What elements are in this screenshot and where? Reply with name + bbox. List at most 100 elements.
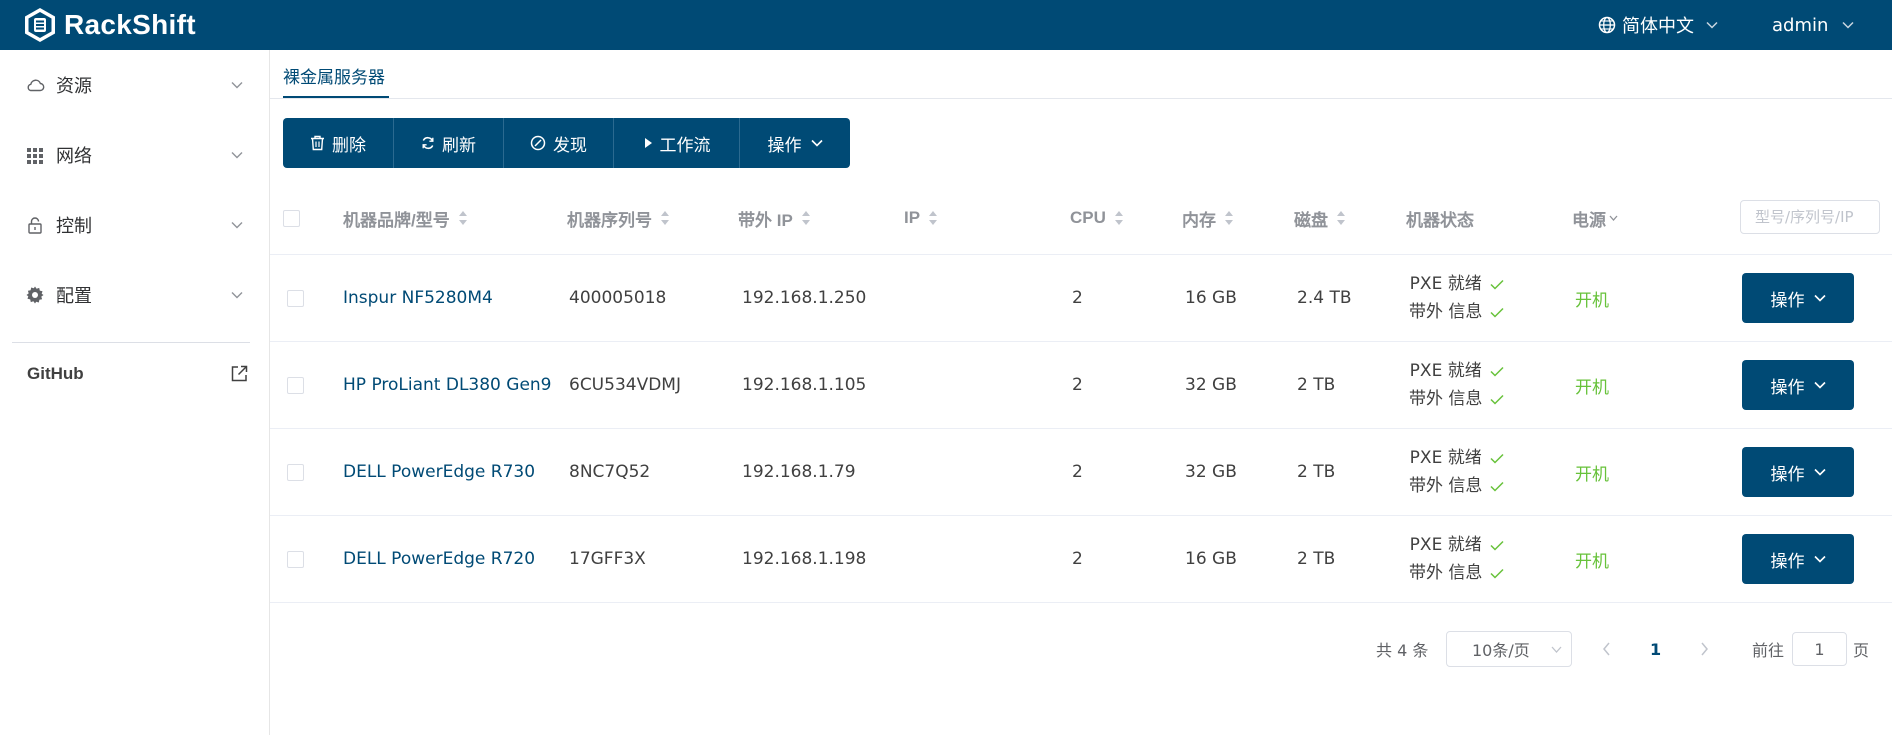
discover-button[interactable]: 发现 [504,118,614,168]
model-link[interactable]: HP ProLiant DL380 Gen9 [343,342,552,428]
row-actions-label: 操作 [1770,377,1805,398]
chevron-down-icon [1813,381,1826,389]
disk-cell: 2.4 TB [1297,288,1352,308]
chevron-down-icon [231,152,243,159]
sort-icon [1337,211,1345,225]
col-power-filter[interactable]: 电源 [1572,182,1618,254]
sidebar-item-resources[interactable]: 资源 [0,65,269,105]
language-selector[interactable]: 简体中文 [1598,0,1718,50]
delete-button[interactable]: 删除 [283,118,394,168]
refresh-icon [422,136,434,150]
col-power-label: 电源 [1572,210,1606,230]
col-oob-ip[interactable]: 带外 IP [738,182,811,254]
select-all-checkbox[interactable] [283,209,300,227]
row-actions-button[interactable]: 操作 [1742,534,1854,584]
tab-bar: 裸金属服务器 [270,50,1892,99]
actions-label: 操作 [767,135,802,156]
next-page-icon[interactable] [1699,641,1709,657]
check-icon [1490,453,1504,464]
chevron-down-icon [1813,468,1826,476]
disk-cell: 2 TB [1297,375,1336,395]
app-logo[interactable]: RackShift [22,6,196,44]
status-cell: PXE 就绪 带外 信息 [1409,516,1504,602]
chevron-down-icon [1706,21,1718,29]
chevron-down-icon [1813,294,1826,302]
sidebar-item-label: 配置 [56,286,92,307]
username: admin [1772,14,1829,36]
model-link[interactable]: DELL PowerEdge R730 [343,429,535,515]
delete-label: 删除 [332,135,366,156]
row-actions-button[interactable]: 操作 [1742,447,1854,497]
check-icon [1490,394,1504,405]
row-select-cell [287,342,304,428]
github-label: GitHub [27,364,84,383]
chevron-down-icon [1551,646,1562,653]
page-number-current[interactable]: 1 [1650,631,1661,667]
chevron-down-icon [231,82,243,89]
sidebar-item-label: 资源 [56,76,92,97]
table-search-input[interactable] [1740,200,1880,234]
pxe-status: PXE 就绪 [1409,535,1482,555]
col-cpu-label: CPU [1070,208,1106,227]
cpu-cell: 2 [1072,375,1083,395]
page-size-select[interactable]: 10条/页 [1446,631,1572,667]
table-row: DELL PowerEdge R720 17GFF3X 192.168.1.19… [270,516,1892,603]
cpu-cell: 2 [1072,549,1083,569]
model-link[interactable]: DELL PowerEdge R720 [343,516,535,602]
oob-status: 带外 信息 [1409,302,1483,322]
col-serial-label: 机器序列号 [567,210,652,230]
sidebar-item-network[interactable]: 网络 [0,135,269,175]
memory-cell: 16 GB [1185,549,1237,569]
row-checkbox[interactable] [287,376,304,394]
pxe-status: PXE 就绪 [1409,361,1482,381]
oob-status: 带外 信息 [1409,476,1483,496]
globe-icon [1598,16,1616,34]
row-actions-button[interactable]: 操作 [1742,360,1854,410]
pxe-status: PXE 就绪 [1409,448,1482,468]
refresh-button[interactable]: 刷新 [394,118,504,168]
check-icon [1490,279,1504,290]
col-memory[interactable]: 内存 [1182,182,1234,254]
check-icon [1490,366,1504,377]
serial-cell: 6CU534VDMJ [569,375,681,395]
col-model[interactable]: 机器品牌/型号 [343,182,468,254]
col-status-label: 机器状态 [1406,210,1474,230]
user-menu[interactable]: admin [1772,0,1854,50]
row-actions-label: 操作 [1770,464,1805,485]
row-checkbox[interactable] [287,550,304,568]
serial-cell: 8NC7Q52 [569,462,651,482]
memory-cell: 32 GB [1185,375,1237,395]
row-checkbox[interactable] [287,289,304,307]
actions-dropdown-button[interactable]: 操作 [740,118,850,168]
sidebar-item-control[interactable]: 控制 [0,205,269,245]
row-actions-button[interactable]: 操作 [1742,273,1854,323]
cloud-icon [27,79,45,92]
col-ip[interactable]: IP [904,182,938,254]
table-row: HP ProLiant DL380 Gen9 6CU534VDMJ 192.16… [270,342,1892,429]
model-link[interactable]: Inspur NF5280M4 [343,255,493,341]
rackshift-logo-icon [25,8,55,42]
chevron-down-icon [231,222,243,229]
cpu-cell: 2 [1072,462,1083,482]
workflow-button[interactable]: 工作流 [614,118,740,168]
row-checkbox[interactable] [287,463,304,481]
lock-icon [28,217,42,234]
col-disk[interactable]: 磁盘 [1294,182,1346,254]
table-row: Inspur NF5280M4 400005018 192.168.1.250 … [270,255,1892,342]
col-cpu[interactable]: CPU [1070,182,1124,254]
github-link[interactable]: GitHub [27,356,252,392]
check-icon [1490,540,1504,551]
power-status: 开机 [1575,290,1609,311]
tab-bare-metal[interactable]: 裸金属服务器 [283,63,385,99]
app-name: RackShift [64,9,196,40]
prev-page-icon[interactable] [1602,641,1612,657]
col-serial[interactable]: 机器序列号 [567,182,670,254]
sidebar-item-config[interactable]: 配置 [0,275,269,315]
chevron-down-icon [810,139,823,147]
workflow-label: 工作流 [659,135,711,156]
check-icon [1490,481,1504,492]
chevron-down-icon [231,292,243,299]
goto-page-input[interactable] [1792,632,1847,666]
sort-icon [801,211,810,225]
serial-cell: 17GFF3X [569,549,646,569]
